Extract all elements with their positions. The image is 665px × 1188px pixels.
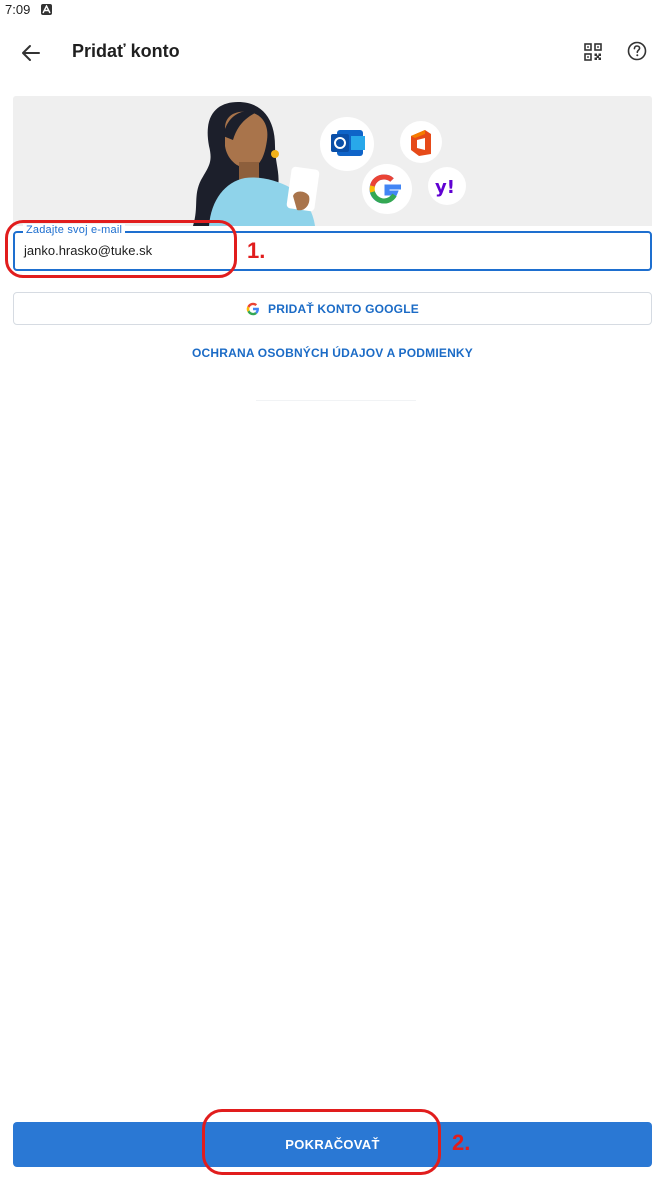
qr-code-icon [584, 43, 602, 61]
arrow-left-icon [22, 45, 40, 61]
back-button[interactable] [16, 38, 46, 68]
google-g-icon [246, 302, 259, 315]
office-icon [400, 121, 442, 163]
annotation-number-2: 2. [452, 1130, 471, 1155]
status-time: 7:09 [5, 2, 31, 17]
divider [256, 400, 416, 401]
add-google-account-button[interactable]: PRIDAŤ KONTO GOOGLE [13, 292, 652, 325]
qr-code-button[interactable] [580, 39, 606, 65]
add-google-account-label: PRIDAŤ KONTO GOOGLE [268, 301, 419, 316]
annotation-ring-continue [202, 1109, 441, 1175]
app-bar: Pridať konto [0, 22, 665, 82]
outlook-icon [320, 117, 374, 171]
privacy-terms-link[interactable]: OCHRANA OSOBNÝCH ÚDAJOV A PODMIENKY [0, 346, 665, 360]
yahoo-icon: y! [428, 167, 466, 205]
woman-with-phone-illustration: y! [193, 102, 466, 226]
help-circle-icon [627, 41, 647, 61]
page-title: Pridať konto [72, 41, 180, 61]
annotation-ring-email [5, 220, 237, 278]
google-icon [362, 164, 412, 214]
android-a-icon [41, 4, 52, 15]
annotation-number-1: 1. [247, 238, 266, 263]
hero-banner: y! [13, 96, 652, 226]
help-button[interactable] [624, 38, 650, 64]
svg-text:y!: y! [435, 177, 455, 198]
status-bar: 7:09 [0, 0, 665, 22]
